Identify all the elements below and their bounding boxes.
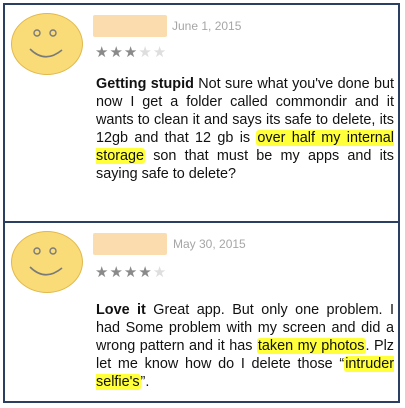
review-text-part: ”. [140,374,150,390]
review-card: June 1, 2015 ★★★★★ Getting stupid Not su… [5,5,398,223]
star-icon: ★ [138,43,153,61]
star-icon: ★ [123,43,139,61]
review-date: May 30, 2015 [173,237,246,251]
star-icon: ★ [152,263,168,281]
star-rating: ★★★★★ [95,263,167,281]
smiley-avatar-icon [11,231,83,293]
redacted-username [93,233,167,255]
star-icon: ★ [109,43,124,61]
smiley-avatar-icon [11,13,83,75]
redacted-username [93,15,167,37]
highlighted-phrase: taken my photos [256,338,366,354]
review-body: Love it Great app. But only one problem.… [96,301,394,391]
review-card: May 30, 2015 ★★★★★ Love it Great app. Bu… [5,223,398,401]
star-icon: ★ [152,43,168,61]
review-body: Getting stupid Not sure what you've done… [96,75,394,183]
review-title: Love it [96,302,146,318]
star-icon: ★ [109,263,124,281]
star-icon: ★ [95,263,110,281]
star-rating: ★★★★★ [95,43,167,61]
review-title: Getting stupid [96,76,194,92]
star-icon: ★ [123,263,139,281]
review-date: June 1, 2015 [172,19,242,33]
star-icon: ★ [95,43,110,61]
reviews-panel: June 1, 2015 ★★★★★ Getting stupid Not su… [3,3,400,403]
star-icon: ★ [138,263,153,281]
